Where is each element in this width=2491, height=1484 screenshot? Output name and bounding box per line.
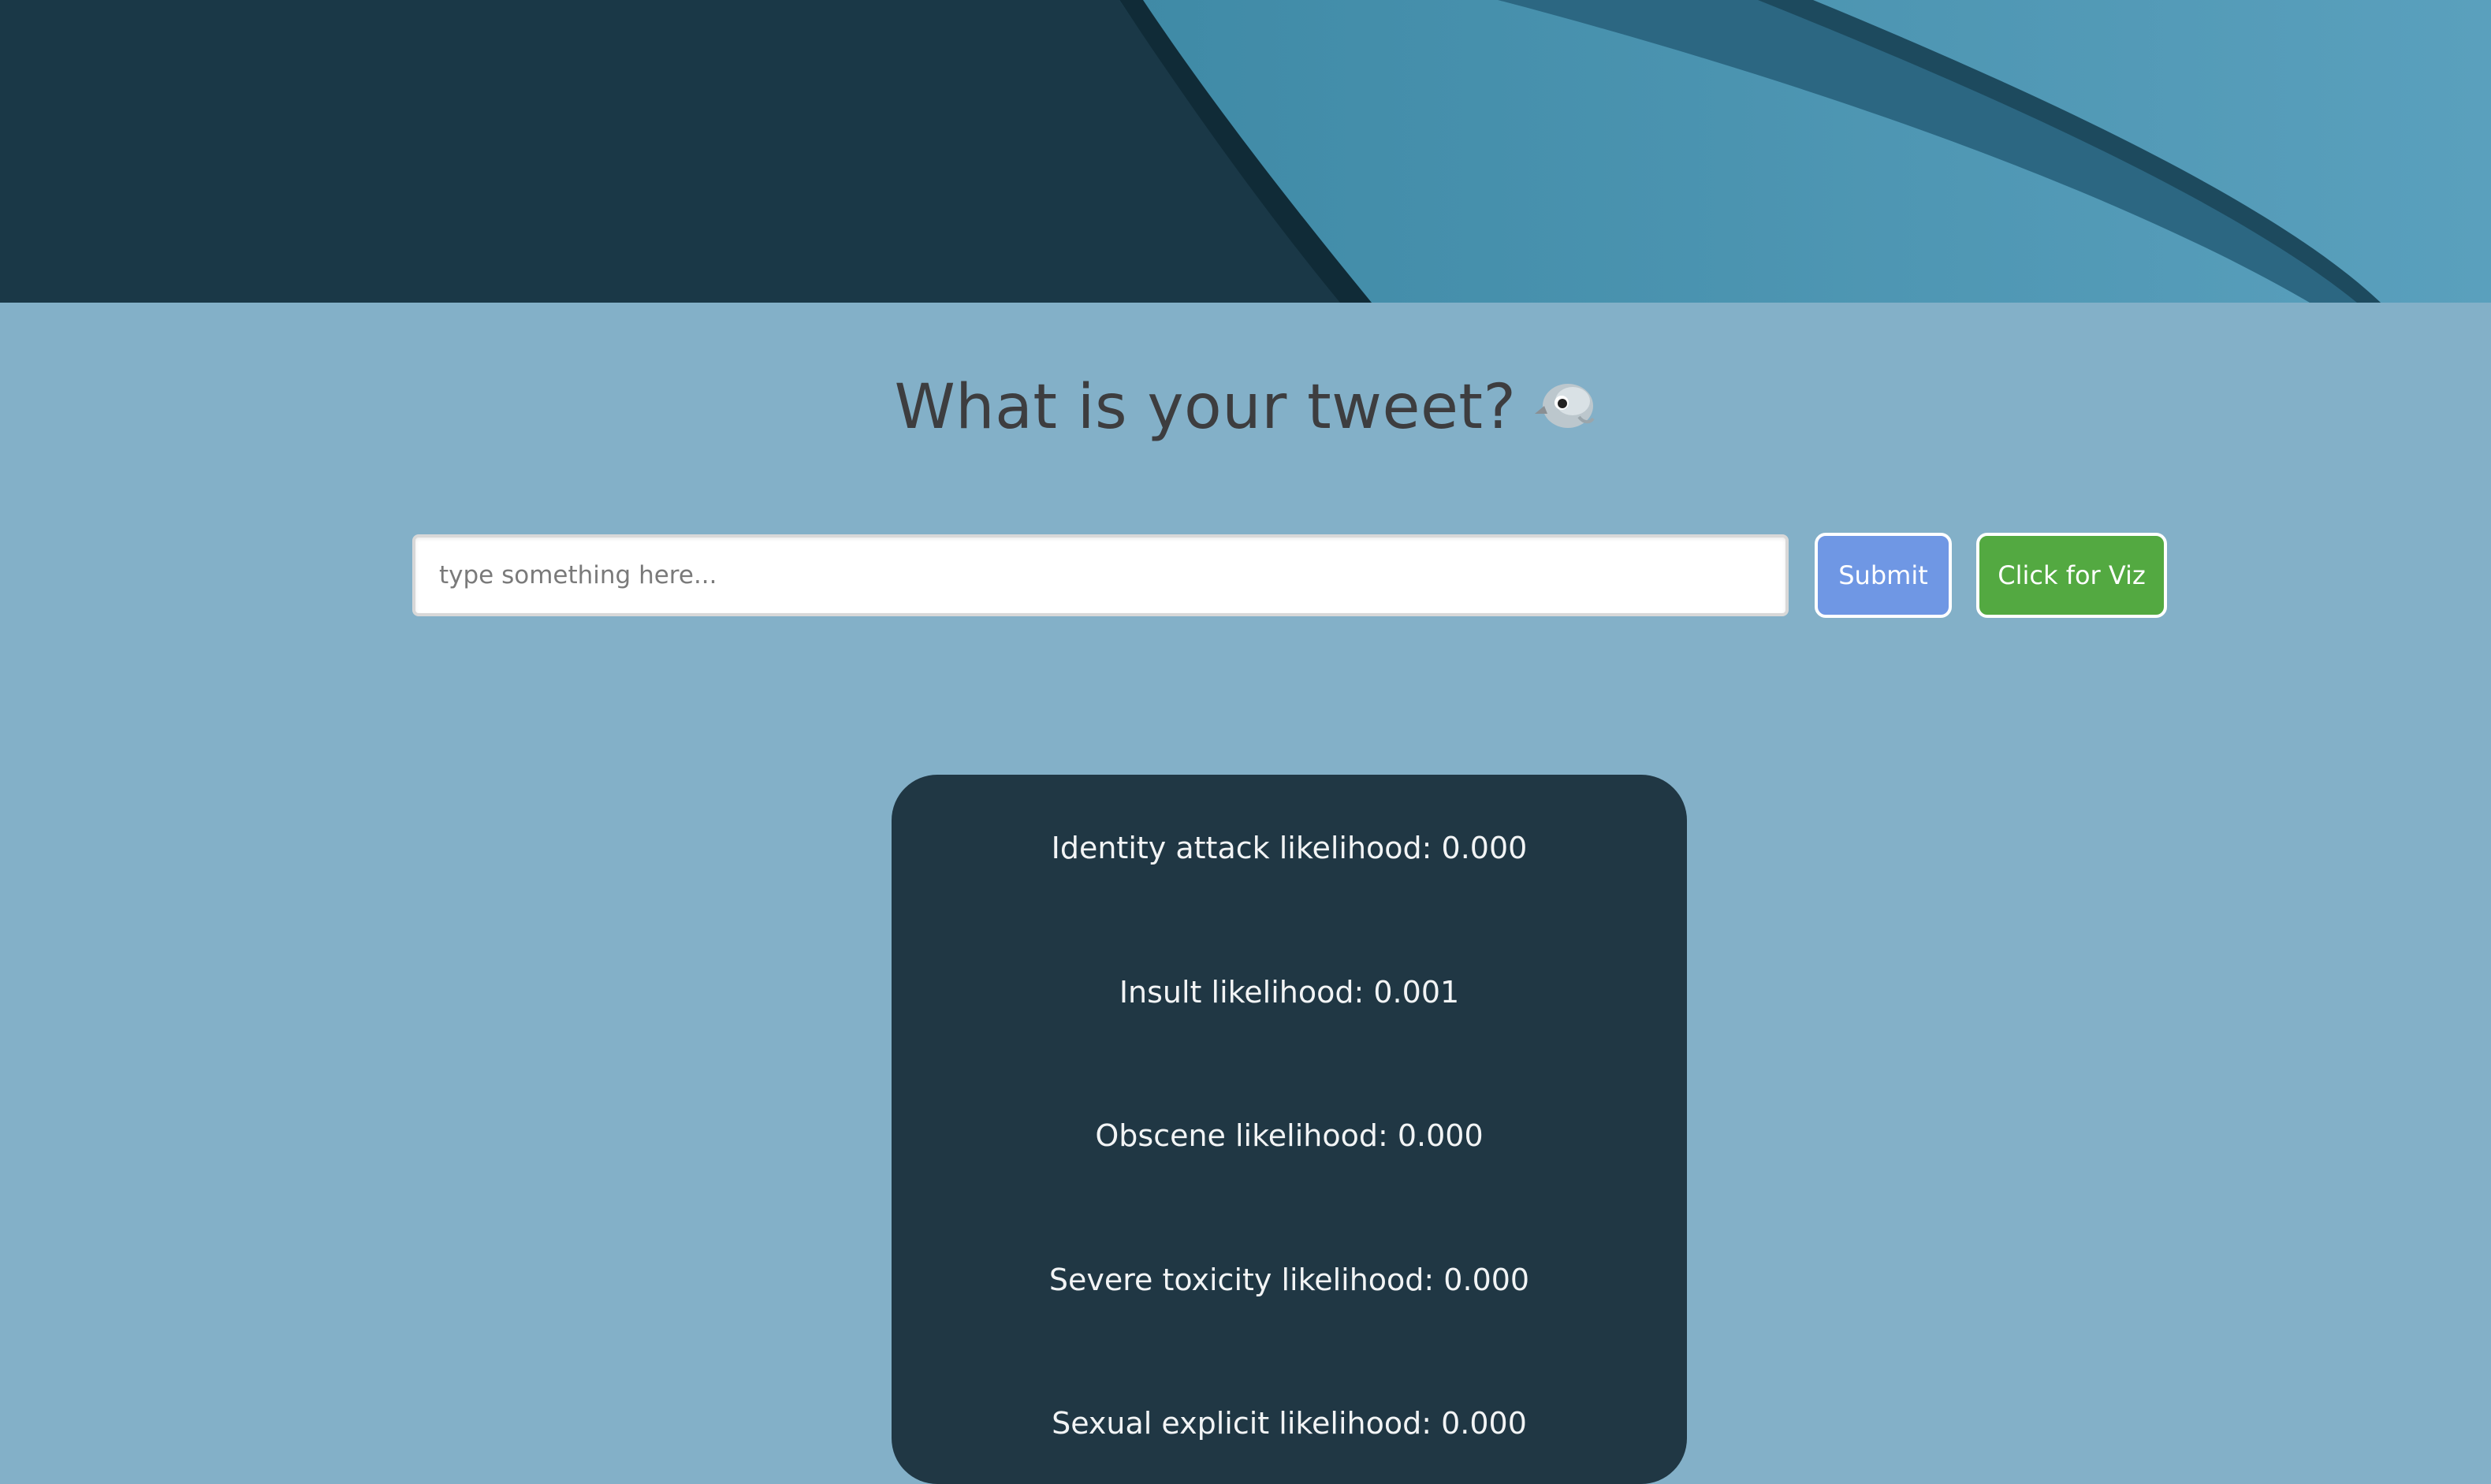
result-sexual-explicit: Sexual explicit likelihood: 0.000 — [1052, 1406, 1527, 1441]
result-identity-attack: Identity attack likelihood: 0.000 — [1051, 831, 1528, 865]
page-title: What is your tweet? — [0, 364, 2491, 456]
header-banner-image — [0, 0, 2491, 303]
result-insult: Insult likelihood: 0.001 — [1119, 975, 1460, 1010]
result-severe-toxicity: Severe toxicity likelihood: 0.000 — [1048, 1263, 1530, 1297]
results-card: Identity attack likelihood: 0.000 Insult… — [892, 775, 1687, 1484]
page-title-text: What is your tweet? — [894, 372, 1517, 443]
submit-button[interactable]: Submit — [1815, 533, 1952, 618]
tweet-input[interactable] — [412, 534, 1789, 616]
click-for-viz-button[interactable]: Click for Viz — [1976, 533, 2167, 618]
submit-button-label: Submit — [1838, 560, 1928, 590]
bird-icon — [1533, 369, 1596, 456]
click-for-viz-button-label: Click for Viz — [1998, 560, 2146, 590]
result-obscene: Obscene likelihood: 0.000 — [1095, 1118, 1484, 1153]
